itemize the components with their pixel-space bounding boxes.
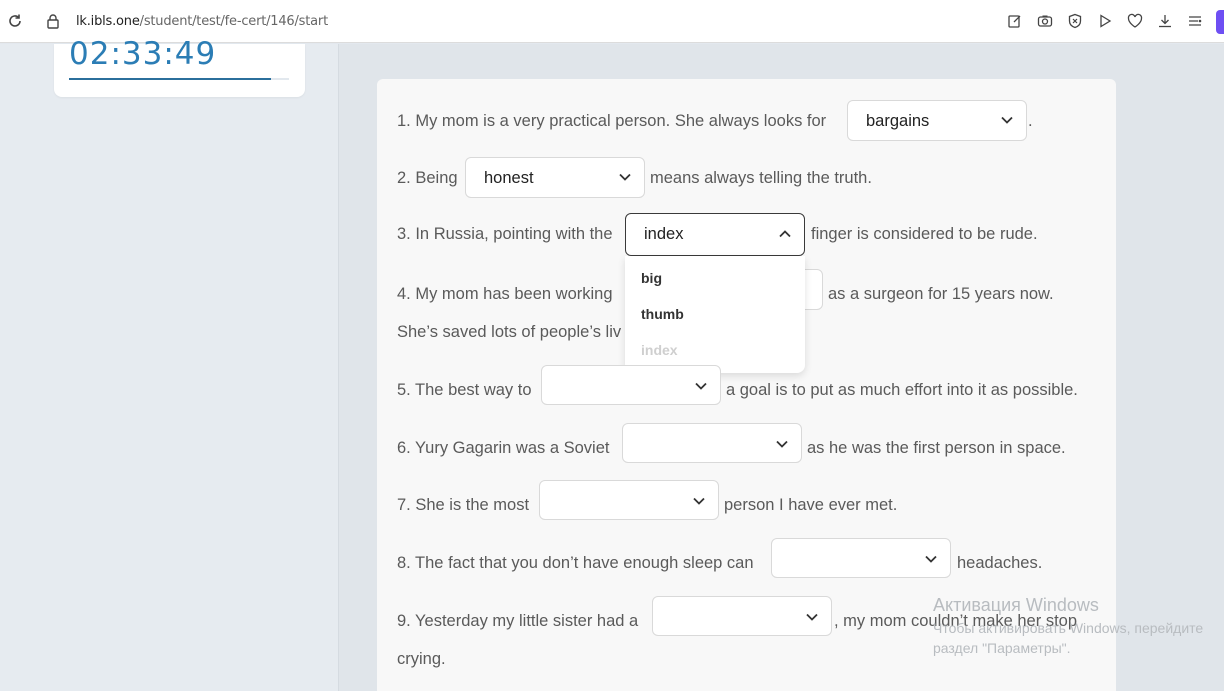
question-3-after: finger is considered to be rude. [811,225,1038,243]
question-3-dropdown: big thumb index [625,256,805,373]
watermark-line-2: раздел "Параметры". [933,640,1071,656]
chevron-down-icon [695,382,707,390]
chevron-down-icon [925,555,937,563]
question-3-select[interactable]: index [625,213,805,256]
chevron-up-icon [779,230,791,238]
play-icon[interactable] [1096,12,1114,30]
timer-progress-bar [69,78,272,80]
question-3-text: 3. In Russia, pointing with the [397,225,613,243]
dropdown-option-big[interactable]: big [641,270,662,286]
chevron-down-icon [1001,116,1013,124]
chevron-down-icon [619,173,631,181]
reload-icon[interactable] [6,12,24,30]
dropdown-option-thumb[interactable]: thumb [641,306,684,322]
sidebar-edge-button[interactable] [1216,10,1224,34]
question-9-text: 9. Yesterday my little sister had a [397,612,639,630]
question-1-text: 1. My mom is a very practical person. Sh… [397,112,827,130]
question-7-select[interactable] [539,480,719,520]
watermark-line-1: Чтобы активировать Windows, перейдите [933,620,1204,636]
shield-icon[interactable] [1066,12,1084,30]
windows-activation-watermark: Активация Windows Чтобы активировать Win… [933,595,1203,656]
question-5-text: 5. The best way to [397,381,532,399]
menu-icon[interactable] [1186,12,1204,30]
question-3-value: index [644,225,684,243]
url-path: /student/test/fe-cert/146/start [139,14,329,29]
left-sidebar [0,44,338,691]
edit-icon[interactable] [1006,12,1024,30]
chevron-down-icon [776,440,788,448]
question-9-select[interactable] [652,596,832,636]
question-4-after: as a surgeon for 15 years now. [828,285,1054,303]
question-6-text: 6. Yury Gagarin was a Soviet [397,439,610,457]
question-6-select[interactable] [622,423,802,463]
question-7-after: person I have ever met. [724,496,898,514]
camera-icon[interactable] [1036,12,1054,30]
address-bar[interactable]: lk.ibls.one/student/test/fe-cert/146/sta… [76,14,328,29]
dropdown-option-index[interactable]: index [641,342,678,358]
question-4-text: 4. My mom has been working [397,285,613,303]
question-2-value: honest [484,169,534,187]
heart-icon[interactable] [1126,12,1144,30]
question-6-after: as he was the first person in space. [807,439,1066,457]
timer-progress-track [69,78,289,80]
question-9-line2: crying. [397,650,446,668]
question-2-select[interactable]: honest [465,157,645,198]
toolbar-icons [1006,12,1204,30]
chevron-down-icon [693,497,705,505]
question-1-value: bargains [866,112,930,130]
question-8-text: 8. The fact that you don’t have enough s… [397,554,754,572]
question-8-select[interactable] [771,538,951,578]
question-1-after: . [1028,112,1033,130]
question-8-after: headaches. [957,554,1043,572]
question-5-select[interactable] [541,365,721,405]
chevron-down-icon [806,613,818,621]
question-4-line2: She’s saved lots of people’s liv [397,323,622,341]
question-2-text: 2. Being [397,169,458,187]
timer-card: 02:33:49 [54,36,305,97]
lock-icon[interactable] [45,13,61,29]
question-7-text: 7. She is the most [397,496,530,514]
question-5-after: a goal is to put as much effort into it … [726,381,1078,399]
watermark-title: Активация Windows [933,595,1099,615]
url-host: lk.ibls.one [76,14,140,29]
download-icon[interactable] [1156,12,1174,30]
timer-value: 02:33:49 [69,36,217,72]
question-2-after: means always telling the truth. [650,169,872,187]
question-1-select[interactable]: bargains [847,100,1027,141]
